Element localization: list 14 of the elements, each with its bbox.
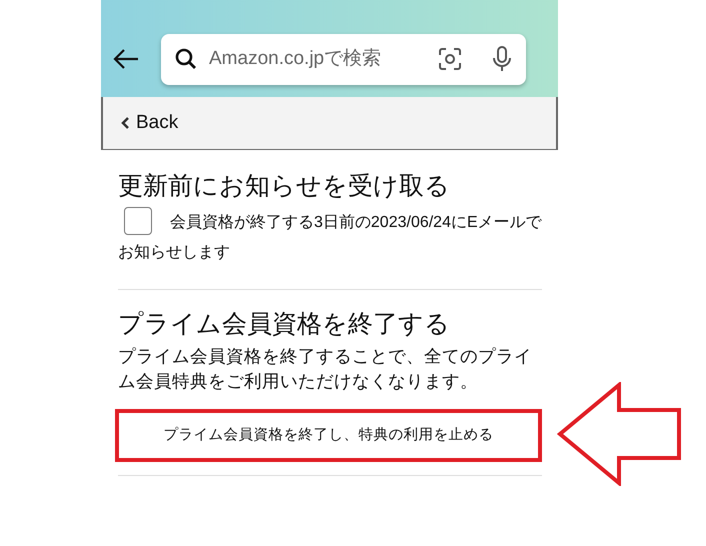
checkbox-option[interactable]: 会員資格が終了する3日前の2023/06/24にEメールでお知らせします	[118, 208, 542, 268]
checkbox[interactable]	[124, 206, 152, 235]
section-title: プライム会員資格を終了する	[118, 309, 451, 340]
search-icon	[175, 48, 197, 70]
camera-icon[interactable]	[438, 47, 462, 71]
search-field[interactable]: Amazon.co.jpで検索	[161, 34, 526, 84]
back-button[interactable]: Back	[101, 97, 558, 150]
chevron-left-icon	[121, 116, 130, 130]
description-text: プライム会員資格を終了することで、全てのプライム会員特典をご利用いただけなくなります。	[118, 345, 533, 393]
microphone-icon[interactable]	[492, 46, 512, 72]
back-arrow-icon[interactable]	[113, 49, 139, 69]
search-placeholder: Amazon.co.jpで検索	[209, 46, 382, 71]
section-title: 更新前にお知らせを受け取る	[118, 171, 451, 202]
end-membership-button[interactable]: プライム会員資格を終了し、特典の利用を止める	[119, 413, 538, 458]
